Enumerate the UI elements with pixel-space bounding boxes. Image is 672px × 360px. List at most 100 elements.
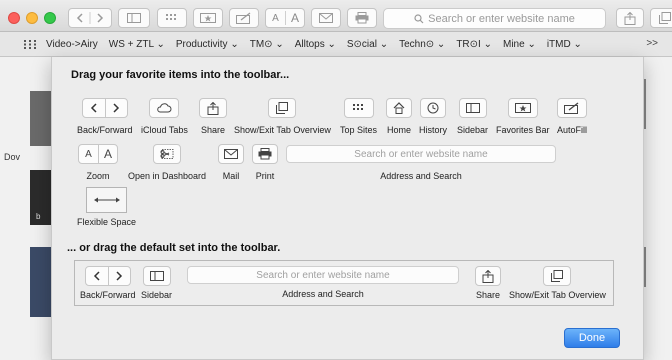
clock-icon: [427, 102, 439, 114]
tab-overview-button: [543, 266, 572, 286]
back-forward-label: Back/Forward: [77, 125, 133, 135]
back-forward-button[interactable]: [81, 98, 128, 118]
favorite-item[interactable]: S⊙cial ⌄: [347, 39, 388, 50]
favorite-item[interactable]: WS + ZTL ⌄: [109, 39, 165, 50]
printer-icon: [258, 148, 272, 160]
background-edge: [644, 247, 646, 287]
palette-sidebar[interactable]: Sidebar: [457, 98, 488, 135]
palette-top-sites[interactable]: Top Sites: [340, 98, 377, 135]
palette-icloud-tabs[interactable]: iCloud Tabs: [141, 98, 188, 135]
top-sites-toolbar-button[interactable]: [157, 8, 187, 28]
tab-overview-button[interactable]: [268, 98, 297, 118]
zoom-small-a: A: [272, 12, 279, 24]
sidebar-button[interactable]: [458, 98, 487, 118]
sidebar-label: Sidebar: [457, 125, 489, 135]
share-button: [475, 266, 501, 286]
palette-flexible-space[interactable]: Flexible Space: [77, 187, 136, 227]
sidebar-icon: [149, 271, 164, 281]
zoom-window-button[interactable]: [44, 12, 56, 24]
done-button[interactable]: Done: [564, 328, 620, 348]
icloud-tabs-label: iCloud Tabs: [141, 125, 188, 135]
palette-share[interactable]: Share: [199, 98, 227, 135]
favorites-bar-button[interactable]: [507, 98, 538, 118]
print-label: Print: [255, 171, 275, 181]
address-and-search-label: Address and Search: [282, 289, 364, 299]
default-address-and-search: Search or enter website name Address and…: [187, 266, 459, 299]
favorite-item[interactable]: Productivity ⌄: [176, 39, 239, 50]
autofill-button[interactable]: [557, 98, 587, 118]
history-label: History: [419, 125, 448, 135]
top-sites-button[interactable]: [343, 98, 374, 118]
palette-open-in-dashboard[interactable]: Open in Dashboard: [128, 144, 206, 181]
favorites-overflow-button[interactable]: >>: [646, 38, 658, 49]
back-forward-label: Back/Forward: [80, 290, 136, 300]
palette-address-and-search[interactable]: Search or enter website name Address and…: [286, 145, 556, 181]
tab-overview-toolbar-button[interactable]: [650, 8, 672, 28]
palette-print[interactable]: Print: [252, 144, 278, 181]
palette-mail[interactable]: Mail: [218, 144, 244, 181]
default-back-forward: Back/Forward: [80, 266, 136, 300]
background-thumbnail: [30, 247, 52, 317]
share-label: Share: [475, 290, 501, 300]
top-sites-grid-icon: [352, 104, 363, 110]
mail-toolbar-button[interactable]: [311, 8, 341, 28]
zoom-button[interactable]: A A: [78, 144, 118, 164]
address-and-search-label: Address and Search: [380, 171, 462, 181]
palette-home[interactable]: Home: [386, 98, 412, 135]
palette-autofill[interactable]: AutoFill: [557, 98, 587, 135]
home-button[interactable]: [386, 98, 412, 118]
customize-toolbar-sheet: Drag your favorite items into the toolba…: [51, 57, 644, 360]
autofill-label: AutoFill: [557, 125, 588, 135]
favorite-item[interactable]: iTMD ⌄: [547, 39, 582, 50]
close-window-button[interactable]: [8, 12, 20, 24]
print-button[interactable]: [252, 144, 278, 164]
favorite-item[interactable]: Mine ⌄: [503, 39, 536, 50]
favorite-item[interactable]: TR⊙I ⌄: [456, 39, 492, 50]
palette-zoom[interactable]: A A Zoom: [78, 144, 118, 181]
tab-overview-icon: [276, 102, 289, 114]
palette-history[interactable]: History: [419, 98, 447, 135]
flexible-space-box[interactable]: [86, 187, 128, 213]
top-sites-label: Top Sites: [340, 125, 378, 135]
palette-favorites-bar[interactable]: Favorites Bar: [496, 98, 550, 135]
favorites-bar: Video->Airy WS + ZTL ⌄ Productivity ⌄ TM…: [0, 32, 672, 57]
mail-button[interactable]: [218, 144, 244, 164]
favorites-star-icon: [514, 103, 531, 113]
chevron-left-right-icon: [76, 12, 104, 24]
default-set-heading: ... or drag the default set into the too…: [67, 242, 281, 254]
bookmarks-grid-icon[interactable]: [24, 39, 36, 49]
minimize-window-button[interactable]: [26, 12, 38, 24]
sidebar-icon: [465, 103, 480, 113]
share-toolbar-button[interactable]: [616, 8, 644, 28]
home-icon: [393, 102, 405, 114]
palette-show-exit-tab-overview[interactable]: Show/Exit Tab Overview: [234, 98, 331, 135]
palette-back-forward[interactable]: Back/Forward: [77, 98, 133, 135]
autofill-toolbar-button[interactable]: [229, 8, 259, 28]
autofill-pencil-icon: [564, 102, 579, 114]
default-sidebar: Sidebar: [141, 266, 172, 300]
share-button[interactable]: [199, 98, 227, 118]
mail-label: Mail: [222, 171, 240, 181]
print-toolbar-button[interactable]: [347, 8, 377, 28]
address-bar-placeholder: Search or enter website name: [428, 12, 575, 25]
forward-icon: [104, 99, 127, 117]
open-in-dashboard-button[interactable]: [153, 144, 182, 164]
zoom-toolbar-button[interactable]: A A: [265, 8, 305, 28]
back-forward-button: [84, 266, 131, 286]
favorites-bar-toolbar-button[interactable]: [193, 8, 223, 28]
background-text: Dov: [4, 152, 21, 162]
favorite-item[interactable]: TM⊙ ⌄: [250, 39, 284, 50]
icloud-tabs-button[interactable]: [149, 98, 180, 118]
history-button[interactable]: [420, 98, 446, 118]
sidebar-icon: [127, 13, 141, 23]
favorite-item[interactable]: Video->Airy: [46, 39, 98, 50]
share-icon: [624, 11, 636, 25]
address-search-field[interactable]: Search or enter website name: [286, 145, 556, 163]
back-forward-toolbar-button[interactable]: [68, 8, 112, 28]
sidebar-toolbar-button[interactable]: [118, 8, 150, 28]
default-toolbar-set[interactable]: Back/Forward Sidebar Search or enter web…: [74, 260, 614, 306]
back-icon: [86, 267, 108, 285]
address-bar[interactable]: Search or enter website name: [383, 8, 606, 29]
favorite-item[interactable]: Alltops ⌄: [295, 39, 336, 50]
favorite-item[interactable]: Techn⊙ ⌄: [399, 39, 445, 50]
